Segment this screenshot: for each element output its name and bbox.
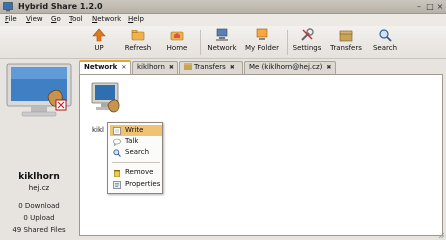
tab-close-icon[interactable]: ✖ xyxy=(169,64,174,71)
menu-tool[interactable]: Tool xyxy=(69,15,83,23)
menu-bar: File View Go Tool Network Help xyxy=(0,14,446,26)
menu-item-write[interactable]: Write xyxy=(110,125,162,136)
up-arrow-icon xyxy=(92,28,106,42)
network-icon xyxy=(216,28,228,41)
menu-help[interactable]: Help xyxy=(128,15,144,23)
shared-computer-icon[interactable] xyxy=(90,81,124,115)
download-count: 0 Download xyxy=(18,202,60,210)
user-name: kiklhorn xyxy=(18,172,60,182)
menu-item-talk[interactable]: Talk xyxy=(110,136,162,147)
context-menu: Write Talk Search Remove Properties xyxy=(107,122,163,194)
toolbar-separator xyxy=(287,30,288,55)
home-folder-icon xyxy=(170,31,184,41)
refresh-icon xyxy=(131,30,145,41)
tab-bar: Network ✕ kiklhorn ✖ Transfers ✖ Me (kiklho… xyxy=(79,60,444,75)
settings-icon xyxy=(301,28,314,41)
menu-item-remove[interactable]: Remove xyxy=(110,167,162,178)
settings-button[interactable]: Settings xyxy=(292,28,322,56)
user-host: hej.cz xyxy=(28,184,50,192)
upload-count: 0 Upload xyxy=(23,214,55,222)
shared-files-count: 49 Shared Files xyxy=(12,226,66,234)
avatar xyxy=(6,63,72,117)
refresh-button[interactable]: Refresh xyxy=(122,28,154,56)
search-button[interactable]: Search xyxy=(372,28,398,56)
network-button[interactable]: Network xyxy=(206,28,238,56)
title-bar: Hybrid Share 1.2.0 – □ × xyxy=(0,0,446,14)
app-icon xyxy=(3,2,13,12)
up-button[interactable]: UP xyxy=(89,28,109,56)
minimize-icon[interactable]: – xyxy=(414,2,424,12)
close-icon[interactable]: × xyxy=(435,2,445,12)
resize-grip-icon[interactable] xyxy=(437,231,445,239)
window-title: Hybrid Share 1.2.0 xyxy=(18,2,103,11)
talk-icon xyxy=(113,138,121,146)
menu-separator xyxy=(112,162,160,163)
tab-network[interactable]: Network ✕ xyxy=(79,60,131,75)
my-folder-button[interactable]: My Folder xyxy=(244,28,280,56)
menu-file[interactable]: File xyxy=(5,15,17,23)
search-icon xyxy=(113,149,121,157)
transfers-button[interactable]: Transfers xyxy=(329,28,363,56)
tab-close-icon[interactable]: ✖ xyxy=(230,64,235,71)
menu-network[interactable]: Network xyxy=(92,15,121,23)
user-sidebar: kiklhorn hej.cz 0 Download 0 Upload 49 S… xyxy=(0,60,78,236)
tab-me[interactable]: Me (kiklhorn@hej.cz) ✖ xyxy=(244,61,336,74)
shared-computer-label[interactable]: kikl xyxy=(92,126,104,134)
menu-item-properties[interactable]: Properties xyxy=(110,179,162,190)
search-icon xyxy=(379,29,392,42)
transfers-icon xyxy=(184,63,192,70)
my-folder-icon xyxy=(256,28,268,40)
menu-go[interactable]: Go xyxy=(51,15,61,23)
properties-icon xyxy=(113,181,121,189)
menu-view[interactable]: View xyxy=(26,15,43,23)
tab-close-icon[interactable]: ✖ xyxy=(326,64,331,71)
transfers-icon xyxy=(339,30,353,42)
toolbar-separator xyxy=(200,30,201,55)
menu-item-search[interactable]: Search xyxy=(110,147,162,158)
toolbar: UP Refresh Home Network My Folder Settin… xyxy=(0,26,446,59)
home-button[interactable]: Home xyxy=(164,28,190,56)
maximize-icon[interactable]: □ xyxy=(425,2,435,12)
tab-close-icon[interactable]: ✕ xyxy=(121,64,126,71)
trash-icon xyxy=(114,170,120,177)
tab-kiklhorn[interactable]: kiklhorn ✖ xyxy=(132,61,178,74)
write-icon xyxy=(113,127,121,135)
tab-transfers[interactable]: Transfers ✖ xyxy=(179,61,243,74)
